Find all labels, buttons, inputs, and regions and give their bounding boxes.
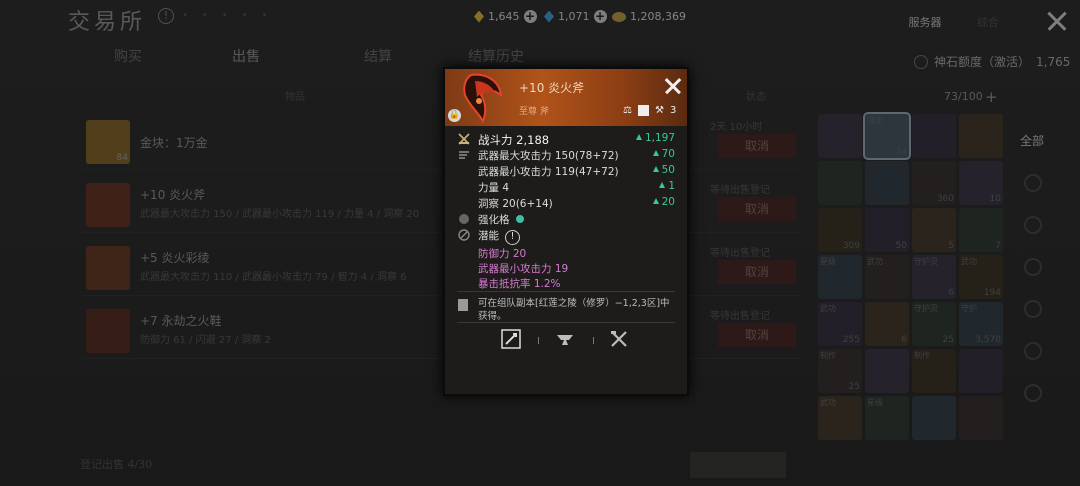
enhance-slot-row: 强化格 (445, 212, 687, 227)
crossed-swords-icon (458, 133, 470, 145)
item-source-text: 可在组队副本[红莲之陵（修罗）−1,2,3区]中获得。 (478, 298, 670, 322)
item-tooltip: 🔒 +10 炎火斧 至尊 斧 ⚖ ⚒ 3 战斗力 2,188 1,197 武器最… (443, 67, 689, 396)
stat-row: 武器最小攻击力 119(47+72) 50 (445, 164, 687, 179)
stat-label: 武器最小攻击力 119(47+72) (478, 166, 619, 178)
close-tooltip-icon[interactable] (663, 76, 683, 96)
enhance-gem-icon (515, 215, 524, 223)
potential-label: 潜能! (478, 228, 520, 245)
anvil-action-icon[interactable] (555, 329, 575, 349)
stat-delta: 1 (659, 180, 675, 192)
scale-icon: ⚖ (623, 105, 632, 116)
combat-power-row: 战斗力 2,188 1,197 (445, 132, 687, 147)
potential-row: 潜能! (445, 228, 687, 245)
potential-stat-row: 暴击抵抗率 1.2% (445, 276, 687, 291)
stat-label: 力量 4 (478, 182, 510, 194)
stat-label: 武器最大攻击力 150(78+72) (478, 150, 619, 162)
tooltip-item-name: +10 炎火斧 (519, 81, 585, 95)
lock-icon: 🔒 (448, 109, 461, 122)
potential-stat-row: 武器最小攻击力 19 (445, 261, 687, 276)
stat-delta: 20 (652, 196, 675, 208)
divider (457, 322, 675, 323)
stat-row: 洞察 20(6+14) 20 (445, 196, 687, 211)
enhance-slot-label: 强化格 (478, 212, 524, 227)
increase-arrow-icon (652, 150, 659, 156)
tooltip-item-grade: 至尊 斧 (519, 107, 549, 117)
tooltip-status-icons: ⚖ ⚒ 3 (623, 105, 676, 116)
tooltip-header: 🔒 +10 炎火斧 至尊 斧 ⚖ ⚒ 3 (445, 69, 687, 126)
stat-delta: 50 (652, 164, 675, 176)
increase-arrow-icon (635, 134, 642, 140)
combat-power-delta: 1,197 (635, 132, 675, 144)
enhance-orb-icon (459, 214, 469, 224)
increase-arrow-icon (652, 166, 659, 172)
potential-stat: 防御力 20 (478, 248, 527, 260)
increase-arrow-icon (659, 182, 666, 188)
stat-row: 武器最大攻击力 150(78+72) 70 (445, 148, 687, 163)
anvil-icon: ⚒ (654, 105, 664, 116)
equip-action-icon[interactable] (501, 329, 521, 349)
combat-power: 战斗力 2,188 (478, 133, 550, 147)
potential-stat: 暴击抵抗率 1.2% (478, 278, 561, 290)
stat-delta: 70 (652, 148, 675, 160)
divider (593, 337, 594, 344)
bind-count: 3 (669, 105, 677, 116)
potential-swirl-icon (458, 229, 470, 241)
stats-list-icon (459, 151, 469, 159)
checkbox-icon (637, 105, 649, 116)
document-icon (458, 299, 468, 311)
divider (538, 337, 539, 344)
increase-arrow-icon (652, 198, 659, 204)
stat-row: 力量 4 1 (445, 180, 687, 195)
potential-stat-row: 防御力 20 (445, 246, 687, 261)
potential-stat: 武器最小攻击力 19 (478, 263, 569, 275)
divider (457, 291, 675, 292)
dismantle-action-icon[interactable] (609, 329, 629, 349)
stat-label: 洞察 20(6+14) (478, 198, 553, 210)
flame-axe-icon (463, 73, 503, 123)
potential-info-icon[interactable]: ! (505, 230, 520, 245)
